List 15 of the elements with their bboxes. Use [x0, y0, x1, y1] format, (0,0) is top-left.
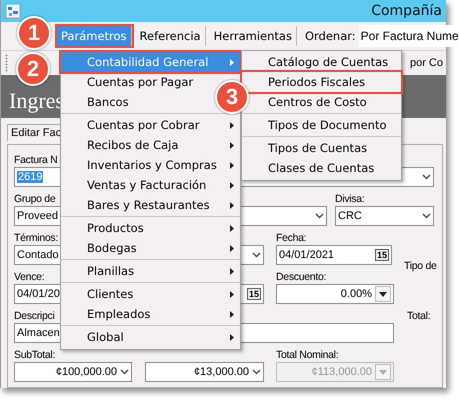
field-label: Vence:: [14, 270, 44, 284]
dropdown-field: ¢113,000.00: [276, 362, 394, 382]
field-label: Total Nominal:: [276, 348, 338, 362]
window-title: Compañía: [371, 3, 443, 19]
field-label: Factura N: [14, 153, 58, 167]
sort-label: Ordenar:: [304, 29, 356, 43]
field-label: SubTotal:: [14, 348, 56, 362]
field-label: Términos:: [14, 231, 58, 245]
field-label: Descripci: [14, 309, 54, 323]
field-label: Grupo de: [14, 192, 56, 206]
field-label: Descuento:: [276, 270, 326, 284]
field-label: Total:: [407, 309, 430, 323]
field-label: Tipo de: [404, 259, 437, 273]
field-label: Divisa:: [335, 192, 364, 206]
field-label: Fecha:: [276, 231, 306, 245]
